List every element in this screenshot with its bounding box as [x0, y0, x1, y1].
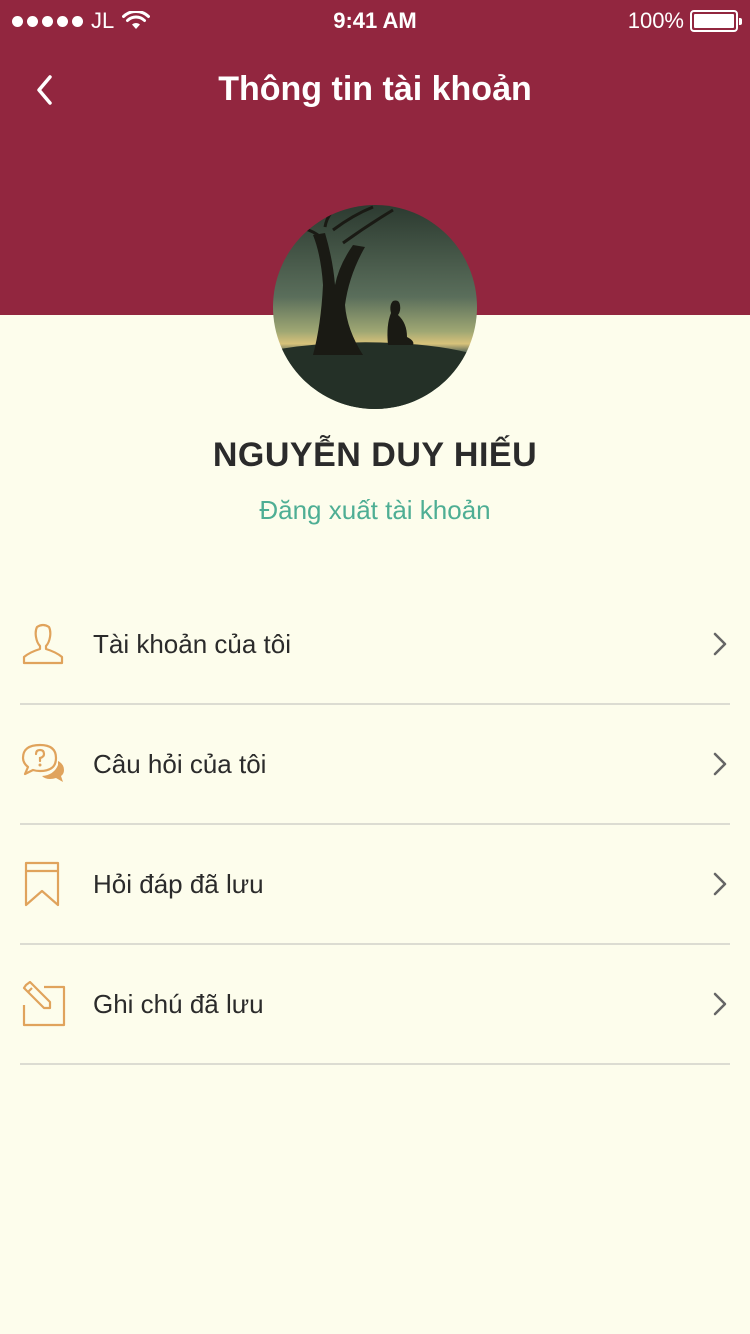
menu-item-saved-qa[interactable]: Hỏi đáp đã lưu: [20, 825, 730, 945]
chevron-right-icon: [713, 992, 727, 1016]
menu-item-label: Tài khoản của tôi: [93, 628, 292, 659]
menu-item-label: Hỏi đáp đã lưu: [93, 868, 264, 899]
chevron-right-icon: [713, 872, 727, 896]
menu-item-saved-notes[interactable]: Ghi chú đã lưu: [20, 945, 730, 1065]
status-bar: JL 9:41 AM 100%: [0, 0, 750, 40]
battery-icon: [690, 10, 742, 32]
menu-item-my-account[interactable]: Tài khoản của tôi: [20, 585, 730, 705]
avatar[interactable]: [273, 205, 477, 409]
menu-item-my-questions[interactable]: Câu hỏi của tôi: [20, 705, 730, 825]
note-edit-icon: [20, 981, 66, 1027]
avatar-image: [273, 205, 477, 409]
account-menu: Tài khoản của tôi Câu hỏi của tôi Hỏi đá…: [20, 585, 730, 1065]
page-title: Thông tin tài khoản: [218, 70, 532, 108]
menu-item-label: Câu hỏi của tôi: [93, 748, 267, 779]
user-icon: [20, 621, 66, 667]
logout-link[interactable]: Đăng xuất tài khoản: [0, 495, 750, 526]
battery-status: 100%: [627, 8, 742, 34]
bookmark-icon: [20, 861, 66, 907]
battery-percent: 100%: [627, 8, 684, 33]
chevron-right-icon: [713, 632, 727, 656]
question-bubbles-icon: [20, 741, 66, 787]
chevron-right-icon: [713, 752, 727, 776]
user-name: NGUYỄN DUY HIẾU: [212, 436, 538, 474]
menu-item-label: Ghi chú đã lưu: [93, 988, 264, 1019]
